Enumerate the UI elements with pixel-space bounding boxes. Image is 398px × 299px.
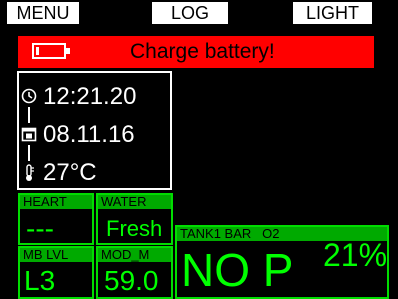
- time-date-temp-panel: 12:21.20 08.11.16 27°C: [17, 71, 172, 190]
- temperature-value: 27°C: [43, 159, 97, 186]
- mb-level-value: L3: [24, 265, 56, 296]
- tank-pressure-value: NO P: [181, 244, 294, 296]
- heart-value: ---: [26, 213, 54, 244]
- heart-rate-box: HEART ---: [18, 193, 94, 245]
- clock-icon: [21, 88, 37, 104]
- heart-label: HEART: [20, 195, 92, 209]
- log-softkey[interactable]: LOG: [152, 2, 228, 24]
- mod-box: MOD_M 59.0: [96, 246, 173, 299]
- water-label: WATER: [98, 195, 171, 209]
- calendar-icon: [21, 127, 37, 142]
- mod-label: MOD_M: [98, 248, 171, 262]
- battery-low-icon: [32, 43, 70, 59]
- temperature-row: 27°C: [19, 157, 170, 189]
- o2-value: 21%: [323, 237, 388, 273]
- light-softkey[interactable]: LIGHT: [293, 2, 372, 24]
- time-value: 12:21.20: [43, 83, 137, 110]
- battery-alert-banner: Charge battery!: [18, 36, 374, 68]
- water-type-box: WATER Fresh: [96, 193, 173, 245]
- mb-level-label: MB LVL: [20, 248, 92, 262]
- alert-message: Charge battery!: [130, 40, 275, 63]
- thermometer-icon: [26, 164, 34, 181]
- tank-o2-box: TANK1 BAR O2 NO P 21%: [175, 225, 389, 299]
- mb-level-box: MB LVL L3: [18, 246, 94, 299]
- mod-value: 59.0: [104, 265, 159, 296]
- time-row: 12:21.20: [19, 81, 170, 113]
- water-value: Fresh: [106, 216, 163, 241]
- menu-softkey[interactable]: MENU: [7, 2, 79, 24]
- date-row: 08.11.16: [19, 119, 170, 151]
- date-value: 08.11.16: [43, 121, 135, 148]
